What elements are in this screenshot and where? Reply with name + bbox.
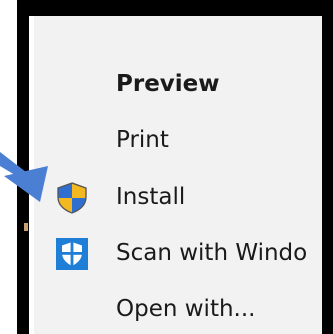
menu-item-print[interactable]: Print bbox=[29, 112, 322, 168]
context-menu: Preview Print Install Scan with Windo Op… bbox=[29, 16, 322, 334]
menu-item-install[interactable]: Install bbox=[29, 169, 322, 225]
menu-item-label: Preview bbox=[116, 71, 220, 97]
menu-item-scan-with-windows-defender[interactable]: Scan with Windo bbox=[29, 225, 322, 281]
frame-border-top bbox=[17, 0, 333, 16]
menu-item-label: Print bbox=[116, 127, 169, 153]
menu-item-label: Open with... bbox=[116, 296, 256, 322]
uac-shield-icon bbox=[55, 181, 89, 215]
menu-item-open-with[interactable]: Open with... bbox=[29, 281, 322, 334]
menu-item-label: Install bbox=[116, 184, 186, 210]
menu-item-preview[interactable]: Preview bbox=[29, 56, 322, 112]
pointer-arrow-icon bbox=[0, 136, 60, 206]
menu-item-label: Scan with Windo bbox=[116, 240, 308, 266]
screenshot-stage: Preview Print Install Scan with Windo Op… bbox=[0, 0, 333, 334]
frame-border-right bbox=[322, 0, 333, 334]
windows-defender-icon bbox=[55, 237, 89, 271]
background-fragment bbox=[24, 223, 28, 231]
